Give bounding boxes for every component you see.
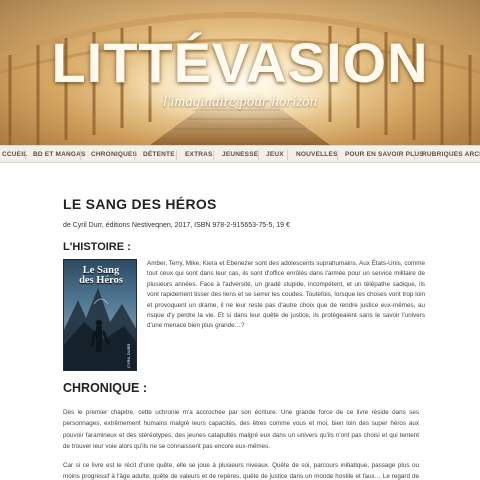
review-paragraph: Car si ce livre est le récit d'une quête… <box>63 461 419 480</box>
nav-item-extras[interactable]: EXTRAS <box>185 146 213 162</box>
site-tagline: l'imaginaire pour horizon <box>162 94 318 110</box>
nav-divider <box>176 150 177 160</box>
book-cover-image[interactable]: Le Sang des Héros CYRIL DURR <box>63 259 137 371</box>
cover-author: CYRIL DURR <box>126 340 133 368</box>
nav-item-pour-en-savoir-plus[interactable]: POUR EN SAVOIR PLUS <box>345 146 424 162</box>
nav-item-chroniques[interactable]: CHRONIQUES <box>91 146 137 162</box>
nav-divider <box>213 150 214 160</box>
nav-divider <box>258 150 259 160</box>
nav-divider <box>337 150 338 160</box>
nav-item-jeunesse[interactable]: JEUNESSE <box>222 146 258 162</box>
nav-divider <box>25 150 26 160</box>
nav-item-nouvelles[interactable]: NOUVELLES <box>296 146 338 162</box>
story-summary: Amber, Terry, Mike, Kiera et Ebenezer so… <box>147 260 425 330</box>
book-meta: de Cyril Durr, éditions Nestiveqnen, 201… <box>63 222 290 229</box>
nav-item-accueil[interactable]: CCUEIL <box>2 146 27 162</box>
nav-item-bd-mangas[interactable]: BD ET MANGAS <box>33 146 86 162</box>
nav-divider <box>134 150 135 160</box>
post-title: LE SANG DES HÉROS <box>63 196 217 212</box>
chronique-heading: CHRONIQUE : <box>63 381 148 395</box>
nav-divider <box>414 150 415 160</box>
nav-item-jeux[interactable]: JEUX <box>266 146 284 162</box>
nav-divider <box>287 150 288 160</box>
nav-item-rubriques-archivees[interactable]: RUBRIQUES ARCHIVÉE <box>422 146 480 162</box>
nav-divider <box>80 150 81 160</box>
site-title[interactable]: LITTÉVASION <box>0 30 480 95</box>
header-banner: LITTÉVASION l'imaginaire pour horizon <box>0 0 480 145</box>
histoire-heading: L'HISTOIRE : <box>63 241 131 253</box>
review-paragraph: Dès le premier chapitre, cette uchronie … <box>63 409 419 451</box>
nav-item-detente[interactable]: DÉTENTE <box>143 146 175 162</box>
cover-title: Le Sang des Héros <box>64 265 136 286</box>
cover-title-line2: des Héros <box>79 275 123 286</box>
review-body: Dès le premier chapitre, cette uchronie … <box>63 407 419 480</box>
main-nav: CCUEIL BD ET MANGAS CHRONIQUES DÉTENTE E… <box>0 145 480 163</box>
